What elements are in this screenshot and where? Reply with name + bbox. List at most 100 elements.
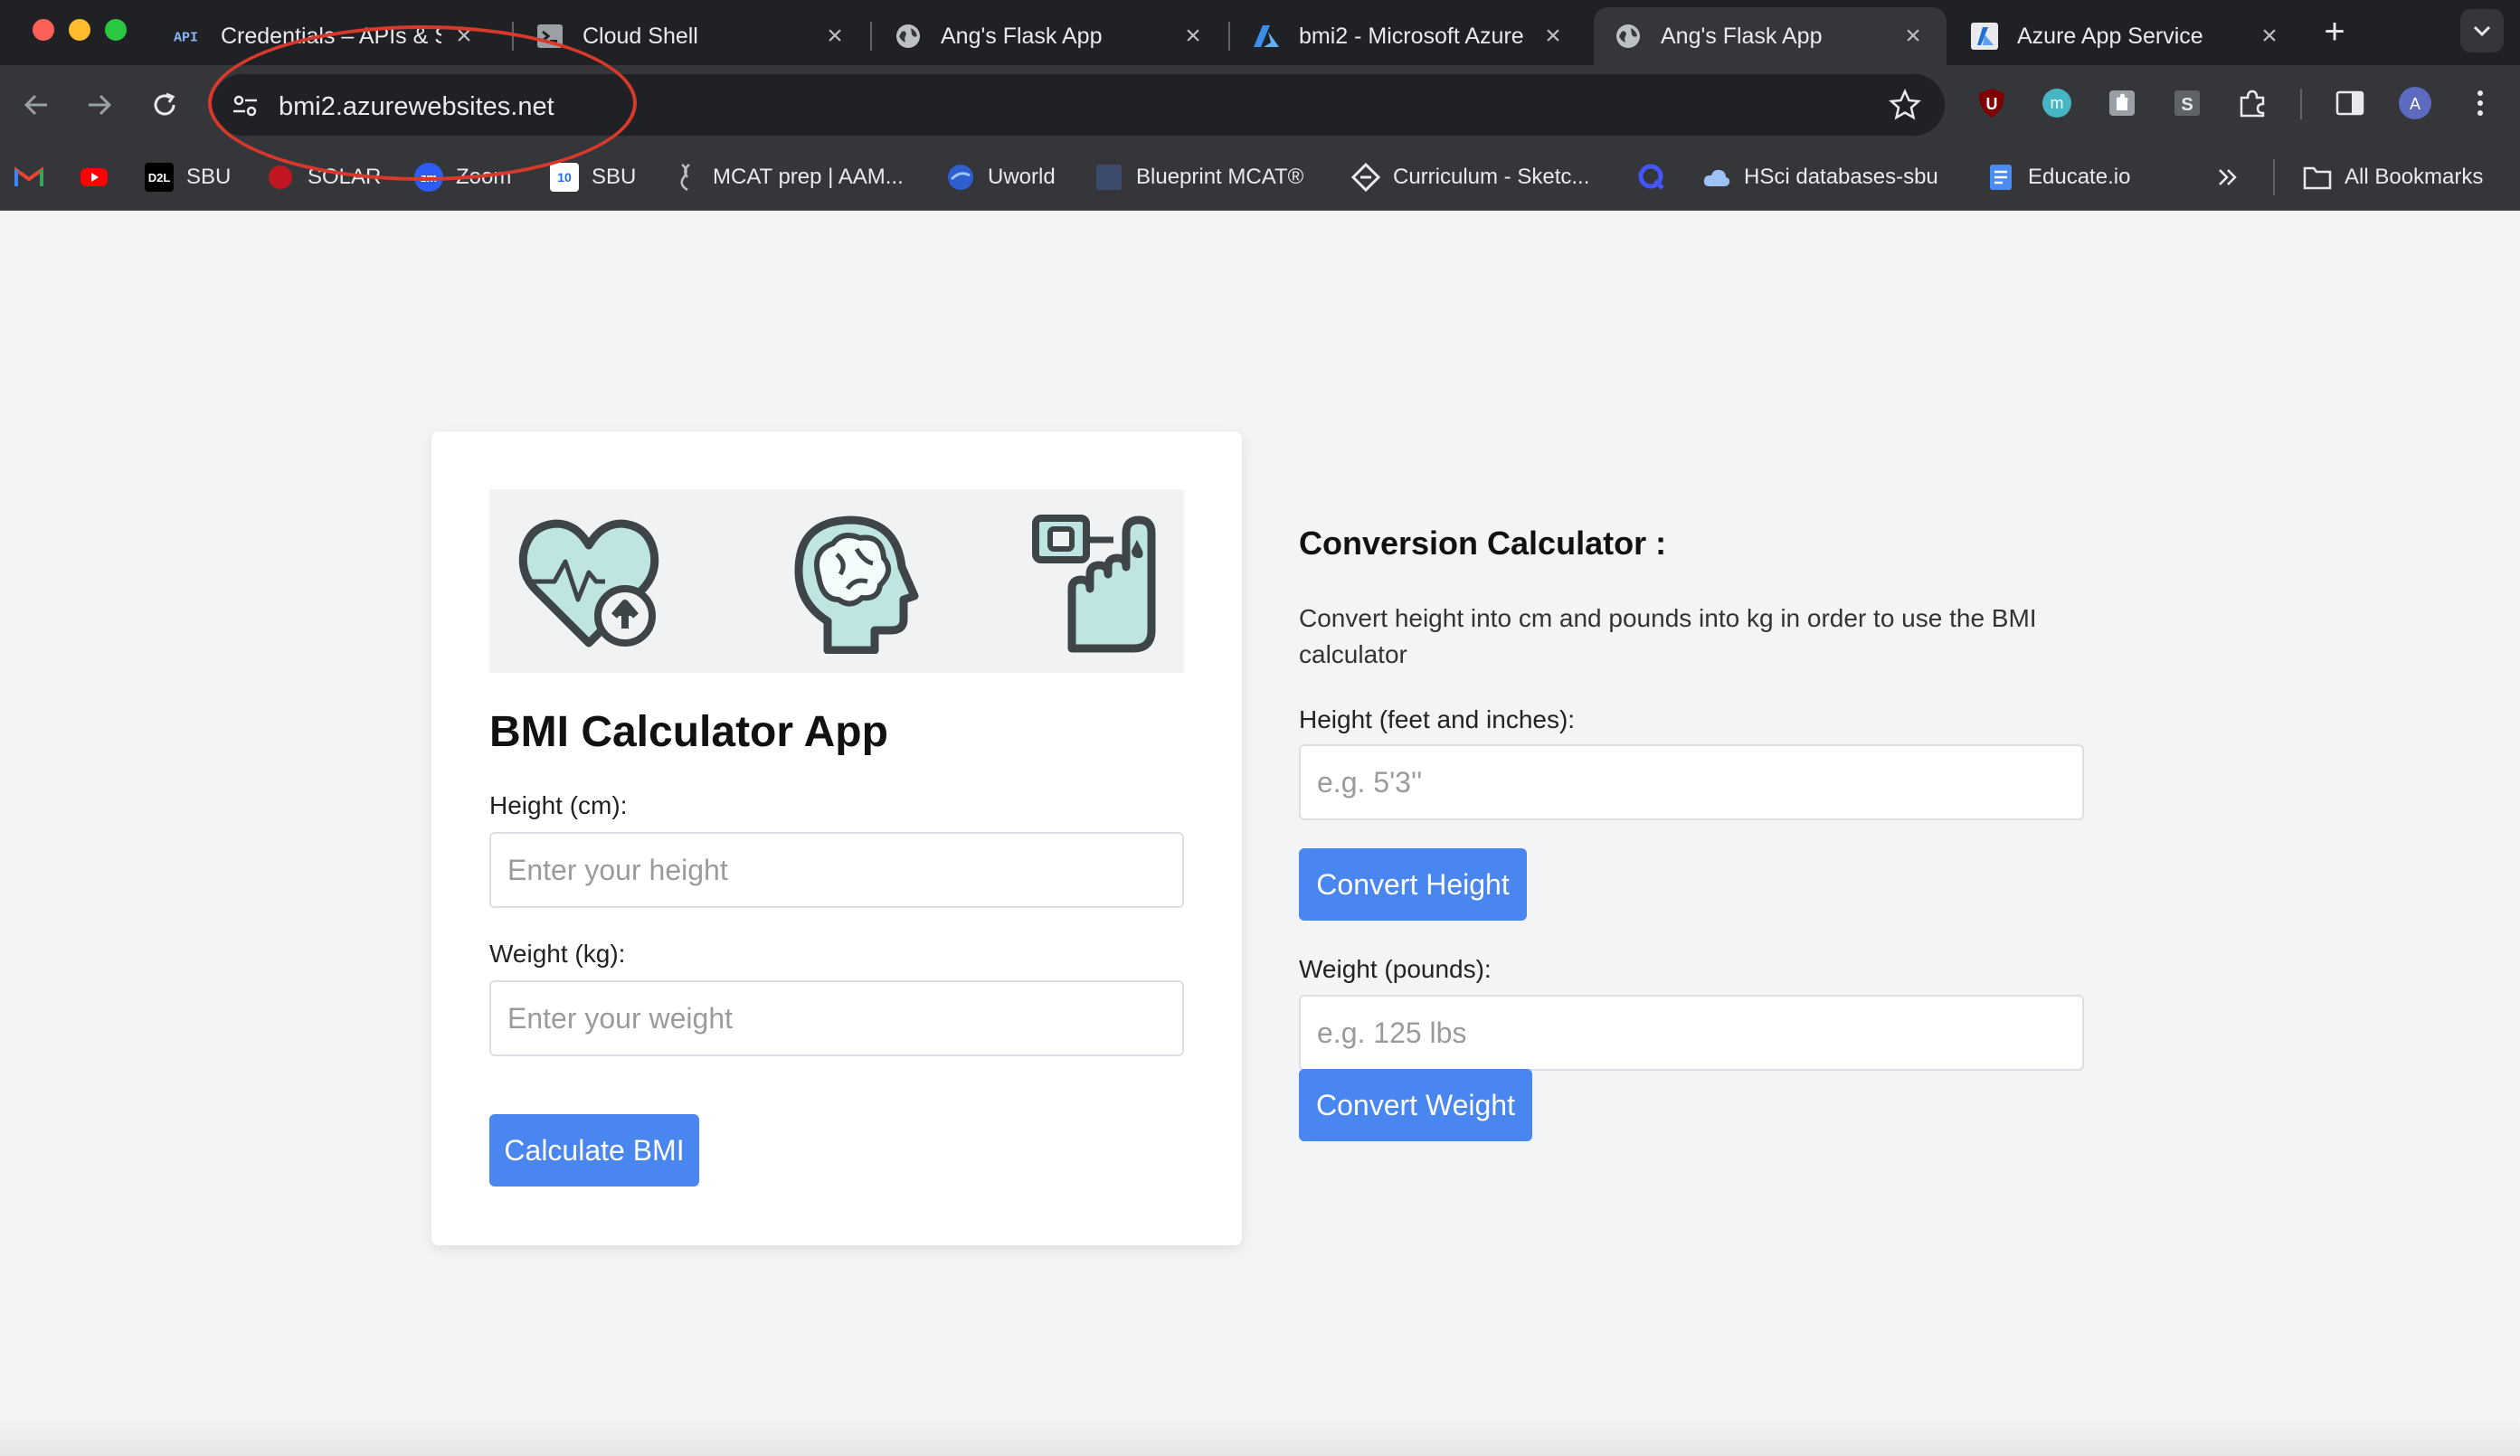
blueprint-icon: [1094, 163, 1123, 192]
close-tab-icon[interactable]: ×: [1899, 21, 1927, 51]
bookmark-hsci-databases[interactable]: HSci databases-sbu: [1702, 159, 1938, 195]
bookmark-youtube[interactable]: [80, 159, 121, 195]
site-info-icon[interactable]: [230, 90, 261, 121]
bookmark-label: MCAT prep | AAM...: [713, 165, 904, 189]
close-tab-icon[interactable]: ×: [2256, 21, 2283, 51]
tab-title: Credentials – APIs & S: [221, 23, 441, 49]
back-button[interactable]: [16, 85, 56, 125]
globe-icon: [894, 22, 923, 51]
bookmarks-separator: [2273, 159, 2275, 195]
maximize-window-button[interactable]: [105, 19, 127, 41]
azure-icon: [1252, 22, 1281, 51]
tab-azure-app-service[interactable]: Azure App Service ×: [1950, 7, 2303, 65]
bookmark-zoom[interactable]: zm Zoom: [414, 159, 511, 195]
bookmark-solar[interactable]: SOLAR: [266, 159, 381, 195]
bookmark-mcat-prep[interactable]: MCAT prep | AAM...: [671, 159, 904, 195]
minimize-window-button[interactable]: [69, 19, 90, 41]
close-tab-icon[interactable]: ×: [1179, 21, 1207, 51]
calendar-icon: 10: [550, 163, 579, 192]
s-extension-icon[interactable]: S: [2169, 85, 2205, 121]
conversion-description: Convert height into cm and pounds into k…: [1299, 604, 2037, 668]
forward-button[interactable]: [80, 85, 119, 125]
tab-title: bmi2 - Microsoft Azure: [1299, 23, 1524, 49]
new-tab-button[interactable]: +: [2316, 12, 2354, 52]
side-panel-icon[interactable]: [2332, 85, 2368, 121]
glucose-test-icon: [1032, 515, 1156, 653]
more-bookmarks-button[interactable]: [2216, 159, 2240, 195]
tab-cloud-shell[interactable]: Cloud Shell ×: [516, 7, 868, 65]
tab-title: Azure App Service: [2017, 23, 2203, 49]
convert-weight-button[interactable]: Convert Weight: [1299, 1069, 1532, 1141]
close-window-button[interactable]: [33, 19, 54, 41]
bookmark-uworld[interactable]: Uworld: [946, 159, 1056, 195]
bookmark-sketchy[interactable]: Curriculum - Sketc...: [1351, 159, 1589, 195]
height-feet-label: Height (feet and inches):: [1299, 705, 1576, 733]
svg-text:S: S: [2181, 95, 2193, 115]
page-title: BMI Calculator App: [489, 708, 888, 756]
calculate-bmi-button[interactable]: Calculate BMI: [489, 1114, 699, 1187]
tab-flask-app-active[interactable]: Ang's Flask App ×: [1594, 7, 1947, 65]
puzzle-extension-icon[interactable]: [2104, 85, 2140, 121]
cloud-icon: [1702, 163, 1731, 192]
close-tab-icon[interactable]: ×: [821, 21, 848, 51]
browser-chrome: API Credentials – APIs & S × Cloud Shell…: [0, 0, 2520, 211]
bookmark-label: HSci databases-sbu: [1744, 165, 1938, 189]
bookmark-star-icon[interactable]: [1889, 89, 1921, 121]
chevron-down-icon: [2473, 25, 2491, 37]
bookmark-sbu-calendar[interactable]: 10 SBU: [550, 159, 636, 195]
address-bar[interactable]: bmi2.azurewebsites.net: [212, 74, 1945, 136]
arrow-right-icon: [89, 94, 112, 116]
bookmark-blueprint[interactable]: Blueprint MCAT®: [1094, 159, 1303, 195]
conversion-title: Conversion Calculator :: [1299, 525, 1667, 562]
tab-search-button[interactable]: [2460, 9, 2504, 52]
browser-menu-icon[interactable]: [2462, 85, 2498, 121]
svg-text:m: m: [2051, 94, 2064, 112]
brain-head-icon: [794, 515, 919, 654]
tab-title: Ang's Flask App: [941, 23, 1103, 49]
quizlet-icon: [1637, 163, 1666, 192]
tab-azure-portal[interactable]: bmi2 - Microsoft Azure ×: [1232, 7, 1587, 65]
convert-height-button[interactable]: Convert Height: [1299, 848, 1527, 921]
tab-strip: API Credentials – APIs & S × Cloud Shell…: [0, 0, 2520, 65]
arrow-left-icon: [24, 94, 47, 116]
bmi-calculator-card: BMI Calculator App Height (cm): Weight (…: [431, 431, 1242, 1245]
folder-icon: [2303, 163, 2332, 192]
bookmark-label: SBU: [592, 165, 637, 189]
tab-title: Cloud Shell: [583, 23, 698, 49]
all-bookmarks-button[interactable]: All Bookmarks: [2303, 159, 2483, 195]
toolbar-separator: [2300, 89, 2302, 119]
bookmark-label: Uworld: [988, 165, 1056, 189]
bookmark-gmail[interactable]: [14, 159, 56, 195]
height-cm-input[interactable]: [489, 832, 1184, 908]
health-icons-banner: [489, 489, 1184, 673]
aamc-icon: [671, 163, 700, 192]
terminal-icon: [535, 22, 564, 51]
weight-kg-input[interactable]: [489, 980, 1184, 1056]
reload-button[interactable]: [145, 85, 185, 125]
tab-credentials[interactable]: API Credentials – APIs & S ×: [154, 7, 497, 65]
svg-text:A: A: [2410, 95, 2421, 113]
m-extension-icon[interactable]: m: [2039, 85, 2075, 121]
bookmark-educate[interactable]: Educate.io: [1986, 159, 2130, 195]
zoom-icon: zm: [414, 163, 443, 192]
sketchy-icon: [1351, 163, 1380, 192]
heart-health-icon: [518, 519, 659, 648]
tab-flask-app[interactable]: Ang's Flask App ×: [874, 7, 1227, 65]
bookmark-label: Educate.io: [2028, 165, 2131, 189]
solar-icon: [266, 163, 295, 192]
bookmark-quizlet[interactable]: [1637, 159, 1679, 195]
bookmark-sbu-d2l[interactable]: D2L SBU: [145, 159, 231, 195]
close-tab-icon[interactable]: ×: [450, 21, 478, 51]
api-icon: API: [174, 22, 203, 51]
extensions-puzzle-icon[interactable]: [2234, 85, 2270, 121]
weight-kg-label: Weight (kg):: [489, 940, 626, 968]
profile-avatar[interactable]: A: [2397, 85, 2433, 121]
close-tab-icon[interactable]: ×: [1539, 21, 1567, 51]
height-feet-input[interactable]: [1299, 744, 2084, 820]
weight-pounds-input[interactable]: [1299, 995, 2084, 1071]
url-text: bmi2.azurewebsites.net: [279, 92, 554, 121]
toolbar: bmi2.azurewebsites.net U m S A: [0, 65, 2520, 145]
ublock-extension-icon[interactable]: U: [1974, 85, 2010, 121]
height-cm-label: Height (cm):: [489, 791, 628, 819]
bookmark-label: Blueprint MCAT®: [1136, 165, 1304, 189]
